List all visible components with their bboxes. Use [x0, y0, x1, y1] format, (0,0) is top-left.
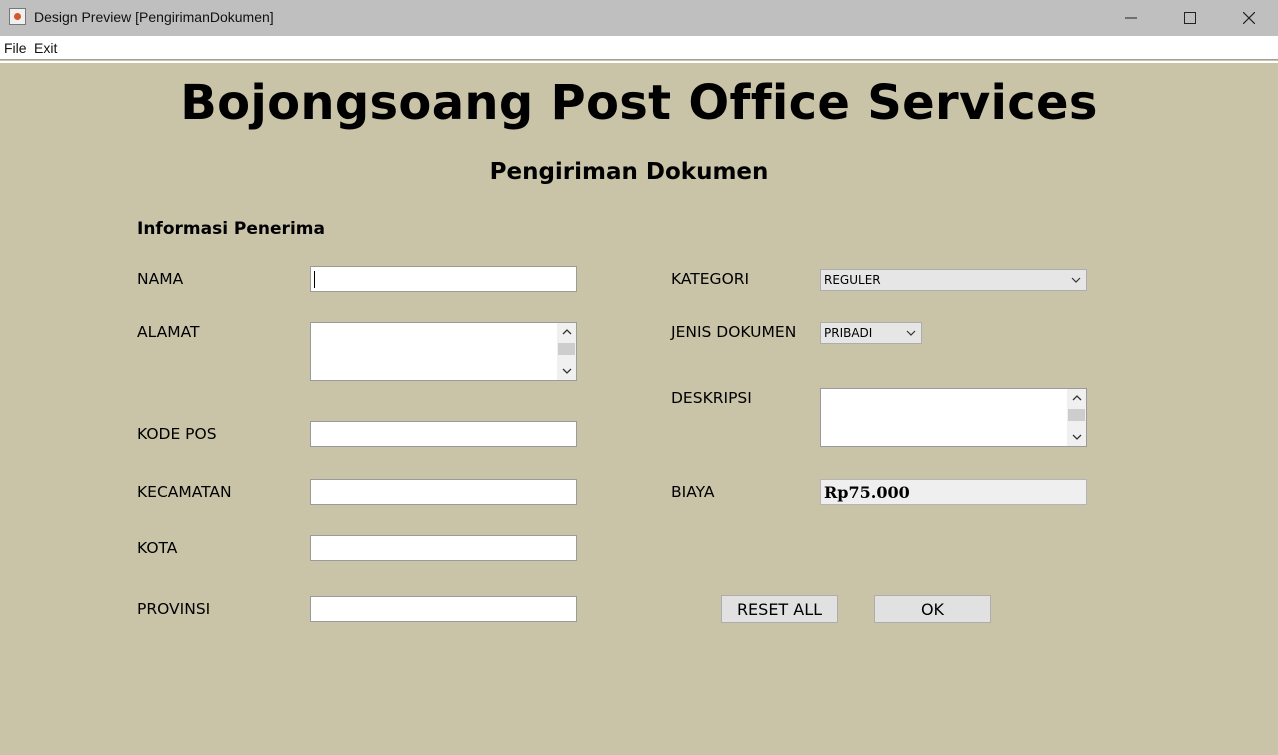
- kode-pos-label: KODE POS: [137, 425, 217, 443]
- menu-bar: File Exit: [0, 36, 1278, 60]
- jenis-dokumen-select[interactable]: PRIBADI: [820, 322, 922, 344]
- scroll-thumb[interactable]: [1068, 409, 1085, 421]
- scroll-thumb[interactable]: [558, 343, 575, 355]
- menu-file[interactable]: File: [4, 40, 27, 56]
- close-button[interactable]: [1220, 0, 1278, 36]
- page-subtitle: Pengiriman Dokumen: [489, 159, 769, 185]
- kecamatan-input[interactable]: [310, 479, 577, 505]
- kecamatan-label: KECAMATAN: [137, 483, 232, 501]
- scroll-down-icon[interactable]: [1067, 428, 1086, 446]
- chevron-down-icon: [903, 324, 919, 342]
- minimize-icon: [1125, 17, 1137, 19]
- kategori-select[interactable]: REGULER: [820, 269, 1087, 291]
- alamat-label: ALAMAT: [137, 323, 200, 341]
- provinsi-input[interactable]: [310, 596, 577, 622]
- maximize-icon: [1184, 12, 1196, 24]
- kategori-label: KATEGORI: [671, 270, 750, 288]
- provinsi-label: PROVINSI: [137, 600, 211, 618]
- window-title: Design Preview [PengirimanDokumen]: [34, 9, 274, 25]
- text-caret: [314, 271, 315, 288]
- maximize-button[interactable]: [1161, 0, 1219, 36]
- page-title: Bojongsoang Post Office Services: [180, 75, 1098, 131]
- jenis-dokumen-label: JENIS DOKUMEN: [671, 323, 797, 341]
- minimize-button[interactable]: [1102, 0, 1160, 36]
- kota-input[interactable]: [310, 535, 577, 561]
- biaya-label: BIAYA: [671, 483, 715, 501]
- biaya-field: Rp75.000: [820, 479, 1087, 505]
- reset-all-button[interactable]: RESET ALL: [721, 595, 838, 623]
- scroll-up-icon[interactable]: [1067, 389, 1086, 407]
- chevron-down-icon: [1068, 271, 1084, 289]
- deskripsi-scrollbar[interactable]: [1067, 389, 1086, 446]
- kota-label: KOTA: [137, 539, 178, 557]
- ok-button[interactable]: OK: [874, 595, 991, 623]
- deskripsi-textarea[interactable]: [820, 388, 1087, 447]
- menu-divider: [0, 61, 1278, 63]
- scroll-up-icon[interactable]: [557, 323, 576, 341]
- jenis-dokumen-selected-value: PRIBADI: [824, 326, 873, 340]
- biaya-value: Rp75.000: [824, 483, 910, 502]
- section-title-recipient: Informasi Penerima: [137, 219, 325, 239]
- menu-exit[interactable]: Exit: [34, 40, 57, 56]
- scroll-down-icon[interactable]: [557, 362, 576, 380]
- nama-label: NAMA: [137, 270, 184, 288]
- alamat-textarea[interactable]: [310, 322, 577, 381]
- java-app-icon: [9, 8, 26, 25]
- kode-pos-input[interactable]: [310, 421, 577, 447]
- window-titlebar: Design Preview [PengirimanDokumen]: [0, 0, 1278, 36]
- nama-input[interactable]: [310, 266, 577, 292]
- kategori-selected-value: REGULER: [824, 273, 881, 287]
- alamat-scrollbar[interactable]: [557, 323, 576, 380]
- deskripsi-label: DESKRIPSI: [671, 389, 752, 407]
- close-icon: [1243, 12, 1255, 24]
